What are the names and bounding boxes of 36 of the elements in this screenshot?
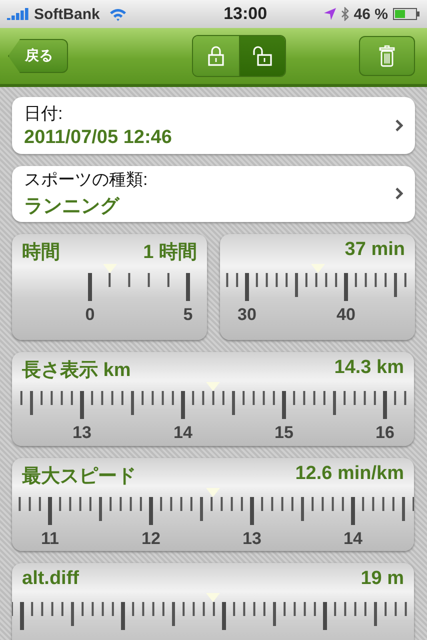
scale-label: 16 (376, 423, 394, 444)
scale-label: 13 (72, 423, 92, 444)
scale-label: 14 (174, 423, 192, 444)
ruler-reading: 1 時間 (143, 241, 197, 266)
scale-label: 11 (41, 528, 59, 549)
ruler-reading: 37 min (344, 239, 405, 262)
scale-label: 30 (238, 305, 256, 326)
scale-label: 0 (85, 305, 95, 326)
ruler-card[interactable]: alt.diff 19 m (12, 563, 414, 640)
carrier-name: SoftBank (34, 6, 100, 22)
detail-row[interactable]: スポーツの種類: ランニング (12, 166, 415, 222)
back-button[interactable]: 戻る (8, 39, 68, 73)
ruler-title: 時間 (22, 241, 60, 266)
ruler-card[interactable]: 時間 1 時間 0 5 (12, 234, 207, 340)
ruler-reading: 12.6 min/km (295, 462, 404, 486)
scale-label: 14 (344, 528, 362, 549)
battery-percent: 46 % (354, 6, 388, 22)
scale-label: 13 (242, 528, 262, 549)
scale-label: 40 (336, 305, 356, 326)
ruler-title: alt.diff (22, 568, 79, 592)
scale-label: 5 (183, 305, 193, 326)
ruler-reading: 19 m (360, 568, 404, 592)
field-value: 2011/07/05 12:46 (24, 126, 172, 149)
field-label: スポーツの種類: (24, 169, 148, 192)
detail-row[interactable]: 日付: 2011/07/05 12:46 (12, 97, 415, 154)
scale-label: 12 (142, 528, 160, 549)
field-label: 日付: (24, 102, 64, 125)
ruler-card[interactable]: 長さ表示 km 14.3 km 13 14 15 16 (12, 352, 414, 446)
ruler-title: 最大スピード (22, 464, 136, 489)
ruler-reading: 14.3 km (334, 357, 404, 380)
scale-label: 15 (274, 423, 294, 444)
field-value: ランニング (24, 195, 121, 220)
ruler-title: 長さ表示 km (22, 359, 131, 384)
ruler-card[interactable]: 最大スピード 12.6 min/km 11 12 13 14 (12, 458, 414, 552)
clock-time: 13:00 (222, 4, 268, 24)
ruler-card[interactable]: 37 min 30 40 (220, 234, 415, 340)
